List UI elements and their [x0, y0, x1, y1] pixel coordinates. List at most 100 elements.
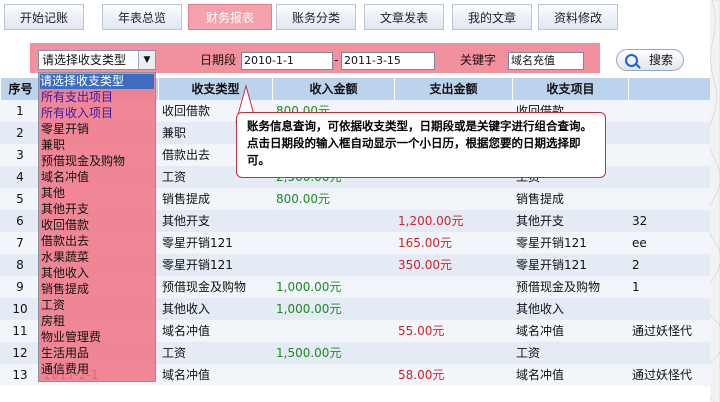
cell-item: 零星开销121	[516, 236, 587, 250]
cell-no: 11	[12, 324, 28, 338]
cell-income: 1,500.00元	[276, 346, 342, 360]
tab-my-articles[interactable]: 我的文章	[452, 4, 532, 30]
tab-start-accounting[interactable]: 开始记账	[4, 4, 84, 30]
tab-publish-article[interactable]: 文章发表	[364, 4, 444, 30]
cell-note: 1	[632, 280, 640, 294]
cell-expense: 58.00元	[398, 368, 445, 382]
keyword-input[interactable]: 域名充值	[508, 52, 584, 70]
cell-expense	[398, 298, 510, 320]
cell-type: 域名冲值	[162, 368, 211, 382]
cell-expense: 55.00元	[398, 324, 445, 338]
dropdown-option[interactable]: 房租	[41, 314, 65, 329]
cell-no: 8	[16, 258, 24, 272]
cell-item: 预借现金及购物	[516, 280, 601, 294]
header-expense: 支出金额	[394, 78, 512, 100]
cell-expense: 1,200.00元	[398, 214, 464, 228]
type-dropdown-list: 请选择收支类型 所有支出项目 所有收入项目 零星开销 兼职 预借现金及购物 域名冲值 其他 其他…	[38, 72, 156, 382]
cell-no: 4	[16, 170, 24, 184]
cell-note	[632, 122, 708, 144]
nav-tabs: 开始记账 年表总览 财务报表 账务分类 文章发表 我的文章 资料修改	[0, 0, 720, 38]
type-select-value: 请选择收支类型	[42, 53, 127, 67]
cell-no: 7	[16, 236, 24, 250]
cell-note: 通过妖怪代	[632, 324, 693, 338]
tab-profile-edit[interactable]: 资料修改	[538, 4, 618, 30]
dropdown-option[interactable]: 预借现金及购物	[41, 154, 125, 169]
cell-note	[632, 144, 708, 166]
cell-item: 域名冲值	[516, 368, 565, 382]
header-no: 序号	[0, 78, 40, 100]
search-icon	[625, 54, 638, 67]
cell-item: 销售提成	[516, 192, 565, 206]
search-button[interactable]: 搜索	[616, 49, 684, 71]
dropdown-option[interactable]: 兼职	[41, 138, 65, 153]
cell-type: 其他收入	[162, 302, 211, 316]
cell-note	[632, 298, 708, 320]
chevron-down-icon[interactable]: ▼	[138, 51, 155, 69]
header-note	[628, 78, 710, 100]
cell-type: 销售提成	[162, 192, 211, 206]
cell-item: 域名冲值	[516, 324, 565, 338]
cell-no: 5	[16, 192, 24, 206]
tab-financial-report[interactable]: 财务报表	[188, 4, 272, 30]
dropdown-option[interactable]: 所有支出项目	[41, 90, 113, 105]
date-range-label: 日期段	[200, 53, 237, 67]
dropdown-option[interactable]: 物业管理费	[41, 330, 101, 345]
cell-note	[632, 100, 708, 122]
dropdown-option[interactable]: 水果蔬菜	[41, 250, 89, 265]
cell-income	[276, 364, 392, 386]
cell-no: 1	[16, 104, 24, 118]
type-select[interactable]: 请选择收支类型 ▼	[38, 50, 156, 70]
dropdown-option[interactable]: 借款出去	[41, 234, 89, 249]
cell-no: 10	[12, 302, 28, 316]
cell-item: 工资	[516, 346, 541, 360]
cell-type: 零星开销121	[162, 236, 233, 250]
tab-annual-overview[interactable]: 年表总览	[102, 4, 182, 30]
dropdown-option[interactable]: 域名冲值	[41, 170, 89, 185]
cell-income: 1,000.00元	[276, 302, 342, 316]
dropdown-option[interactable]: 其他收入	[41, 266, 89, 281]
cell-income	[276, 254, 392, 276]
torn-edge-decoration	[710, 0, 720, 402]
dropdown-option[interactable]: 工资	[41, 298, 65, 313]
cell-expense: 350.00元	[398, 258, 452, 272]
header-income: 收入金额	[272, 78, 394, 100]
cell-no: 3	[16, 148, 24, 162]
cell-note	[632, 188, 708, 210]
cell-no: 2	[16, 126, 24, 140]
dropdown-option[interactable]: 收回借款	[41, 218, 89, 233]
dropdown-option[interactable]: 通信费用	[41, 362, 89, 377]
cell-item: 其他收入	[516, 302, 565, 316]
help-callout: 账务信息查询，可依据收支类型，日期段或是关键字进行组合查询。点击日期段的输入框自…	[236, 112, 606, 178]
dropdown-option[interactable]: 所有收入项目	[41, 106, 113, 121]
cell-type: 预借现金及购物	[162, 280, 247, 294]
cell-type: 工资	[162, 346, 187, 360]
cell-income: 1,000.00元	[276, 280, 342, 294]
tab-account-categories[interactable]: 账务分类	[276, 4, 356, 30]
dropdown-option[interactable]: 零星开销	[41, 122, 89, 137]
dropdown-option[interactable]: 生活用品	[41, 346, 89, 361]
cell-item: 其他开支	[516, 214, 565, 228]
dropdown-option[interactable]: 请选择收支类型	[40, 74, 154, 89]
date-from-input[interactable]: 2010-1-1	[241, 52, 333, 70]
cell-income	[276, 320, 392, 342]
cell-expense	[398, 276, 510, 298]
dropdown-option[interactable]: 其他开支	[41, 202, 89, 217]
cell-no: 6	[16, 214, 24, 228]
dropdown-option[interactable]: 其他	[41, 186, 65, 201]
help-callout-text: 账务信息查询，可依据收支类型，日期段或是关键字进行组合查询。点击日期段的输入框自…	[247, 119, 592, 167]
search-button-label: 搜索	[648, 53, 673, 67]
cell-type: 其他开支	[162, 214, 211, 228]
date-to-input[interactable]: 2011-3-15	[341, 52, 435, 70]
dropdown-option[interactable]: 销售提成	[41, 282, 89, 297]
cell-no: 13	[12, 368, 28, 382]
cell-no: 9	[16, 280, 24, 294]
cell-expense: 165.00元	[398, 236, 452, 250]
cell-note: 32	[632, 214, 648, 228]
cell-no: 12	[12, 346, 28, 360]
cell-income: 800.00元	[276, 192, 330, 206]
cell-type: 域名冲值	[162, 324, 211, 338]
cell-note: ee	[632, 236, 647, 250]
header-item: 收支项目	[512, 78, 628, 100]
date-separator: -	[334, 53, 339, 67]
cell-income	[276, 232, 392, 254]
